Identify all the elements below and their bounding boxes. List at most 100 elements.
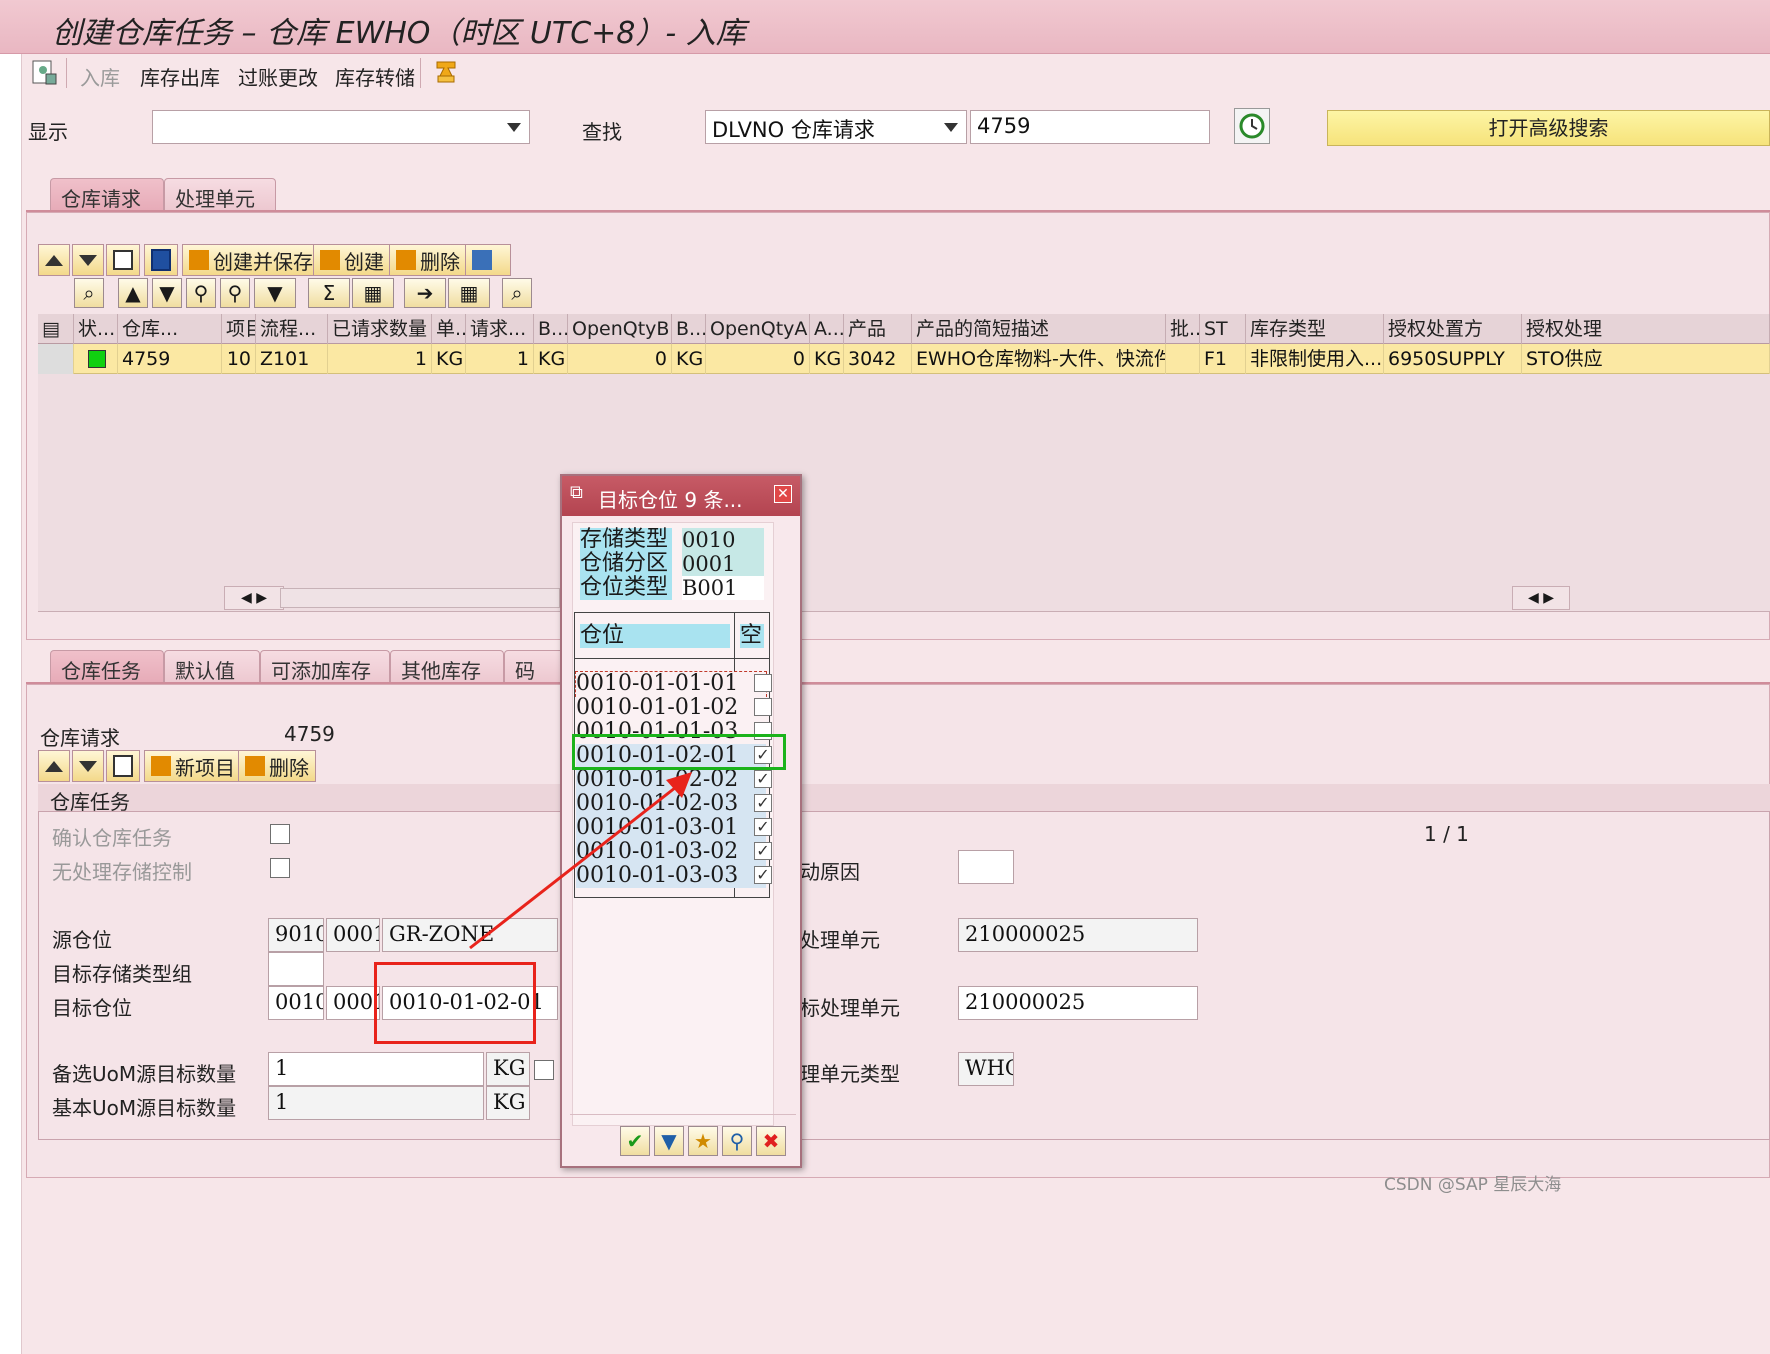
delete-button[interactable]: 删除: [389, 244, 467, 276]
col-warehouse-request[interactable]: 仓库...: [118, 314, 222, 344]
subtotal-icon[interactable]: ▦: [352, 278, 394, 308]
col-st[interactable]: ST: [1200, 314, 1246, 344]
handling-unit-field[interactable]: 210000025: [958, 918, 1198, 952]
find-value-input[interactable]: 4759: [970, 110, 1210, 144]
row-selector[interactable]: [38, 344, 74, 374]
cancel-x-icon[interactable]: ✖: [756, 1126, 786, 1156]
alt-uom-checkbox[interactable]: [534, 1060, 554, 1080]
find-in-list-icon[interactable]: ⌕: [74, 278, 104, 308]
dest-type-group-field[interactable]: [268, 952, 324, 986]
confirm-check-icon[interactable]: ✔: [620, 1126, 650, 1156]
tab-addable-stock[interactable]: 可添加库存: [260, 650, 390, 684]
scroll-right-buttons[interactable]: ◀ ▶: [1512, 586, 1570, 610]
col-status[interactable]: 状...: [74, 314, 118, 344]
toolbar-posting-change[interactable]: 过账更改: [238, 62, 318, 91]
base-uom-unit-field[interactable]: KG: [486, 1086, 530, 1120]
toolbar-stock-transfer[interactable]: 库存转储: [335, 62, 415, 91]
empty-checkbox[interactable]: ✓: [754, 866, 772, 884]
col-open-qty-b[interactable]: OpenQtyB...: [568, 314, 672, 344]
display-select[interactable]: [152, 110, 530, 144]
binoculars-icon[interactable]: ⚲: [722, 1126, 752, 1156]
col-b[interactable]: B...: [534, 314, 568, 344]
empty-checkbox[interactable]: [754, 698, 772, 716]
toolbar-stock-outbound[interactable]: 库存出库: [140, 62, 220, 91]
horizontal-scrollbar[interactable]: [280, 588, 560, 608]
col-disposal-party[interactable]: 授权处置方: [1384, 314, 1522, 344]
details-button[interactable]: [106, 244, 140, 276]
tab-warehouse-task[interactable]: 仓库任务: [50, 650, 164, 684]
find-type-select[interactable]: DLVNO 仓库请求: [705, 110, 967, 144]
move-up-button[interactable]: [38, 244, 70, 276]
no-hu-control-checkbox[interactable]: [270, 858, 290, 878]
col-bin-header[interactable]: 仓位: [580, 624, 730, 648]
create-button[interactable]: 创建: [313, 244, 391, 276]
source-storage-type-field[interactable]: 9010: [268, 918, 324, 952]
hu-type-field[interactable]: WHO2: [958, 1052, 1014, 1086]
tab-palletization[interactable]: 码堆: [504, 650, 564, 712]
empty-checkbox[interactable]: [754, 674, 772, 692]
dest-section-field[interactable]: 0001: [326, 986, 380, 1020]
col-item[interactable]: 项目: [222, 314, 256, 344]
user-settings-icon[interactable]: [30, 58, 60, 88]
col-unit[interactable]: 单...: [432, 314, 466, 344]
zoom-icon[interactable]: ⌕: [502, 278, 532, 308]
sort-ascending-icon[interactable]: ▲: [118, 278, 148, 308]
dest-storage-type-field[interactable]: 0010: [268, 986, 324, 1020]
bin-list-item[interactable]: 0010-01-01-02: [576, 696, 772, 720]
create-and-save-button[interactable]: 创建并保存: [182, 244, 320, 276]
bin-list-item[interactable]: 0010-01-01-01: [575, 671, 772, 697]
col-requested-qty[interactable]: 已请求数量: [328, 314, 432, 344]
empty-checkbox[interactable]: ✓: [754, 818, 772, 836]
tab-warehouse-request[interactable]: 仓库请求: [50, 178, 164, 212]
binoculars-icon[interactable]: ⚲: [186, 278, 216, 308]
toolbar-inbound[interactable]: 入库: [80, 62, 120, 91]
col-request[interactable]: 请求...: [466, 314, 534, 344]
filter-icon[interactable]: ▼: [254, 278, 296, 308]
scroll-left-right-buttons[interactable]: ◀ ▶: [224, 586, 284, 610]
select-all-icon[interactable]: ▤: [38, 314, 74, 344]
advanced-search-button[interactable]: 打开高级搜索: [1327, 110, 1770, 146]
tab-other-stock[interactable]: 其他库存: [390, 650, 504, 684]
empty-checkbox[interactable]: ✓: [754, 770, 772, 788]
empty-checkbox[interactable]: ✓: [754, 842, 772, 860]
new-item-button[interactable]: 新项目: [144, 750, 242, 782]
export-icon[interactable]: ➔: [404, 278, 446, 308]
alt-uom-qty-field[interactable]: 1: [268, 1052, 484, 1086]
col-empty-header[interactable]: 空: [740, 624, 764, 648]
scroll-script-icon[interactable]: [432, 58, 462, 88]
tab-handling-unit[interactable]: 处理单元: [164, 178, 276, 212]
refresh-menu-button[interactable]: [465, 244, 511, 276]
sort-descending-icon[interactable]: ▼: [152, 278, 182, 308]
item-delete-button[interactable]: 删除: [238, 750, 316, 782]
col-stock-type[interactable]: 库存类型: [1246, 314, 1384, 344]
sum-icon[interactable]: Σ: [308, 278, 350, 308]
col-product[interactable]: 产品: [844, 314, 912, 344]
source-section-field[interactable]: 0001: [326, 918, 380, 952]
col-open-qty-a[interactable]: OpenQtyA...: [706, 314, 810, 344]
base-uom-qty-field[interactable]: 1: [268, 1086, 484, 1120]
col-batch[interactable]: 批...: [1166, 314, 1200, 344]
close-icon[interactable]: ✕: [774, 485, 792, 503]
item-up-button[interactable]: [38, 750, 70, 782]
col-process[interactable]: 流程...: [256, 314, 328, 344]
tab-defaults[interactable]: 默认值: [164, 650, 260, 684]
movement-reason-field[interactable]: [958, 850, 1014, 884]
dest-hu-field[interactable]: 210000025: [958, 986, 1198, 1020]
empty-checkbox[interactable]: ✓: [754, 794, 772, 812]
table-row[interactable]: 4759 10 Z101 1 KG 1 KG 0 KG 0 KG 3042 EW…: [38, 344, 1770, 374]
col-a[interactable]: A...: [810, 314, 844, 344]
col-b2[interactable]: B...: [672, 314, 706, 344]
item-details-button[interactable]: [106, 750, 140, 782]
col-product-desc[interactable]: 产品的简短描述: [912, 314, 1166, 344]
item-down-button[interactable]: [72, 750, 104, 782]
find-next-icon[interactable]: ⚲: [220, 278, 250, 308]
col-disposal-proc[interactable]: 授权处理: [1522, 314, 1770, 344]
add-favorite-icon[interactable]: ★: [688, 1126, 718, 1156]
layout-icon[interactable]: ▦: [448, 278, 490, 308]
alt-uom-unit-field[interactable]: KG: [486, 1052, 530, 1086]
move-down-button[interactable]: [72, 244, 104, 276]
save-button[interactable]: [144, 244, 178, 276]
execute-search-button[interactable]: [1234, 108, 1270, 144]
filter-icon[interactable]: ▼: [654, 1126, 684, 1156]
confirm-task-checkbox[interactable]: [270, 824, 290, 844]
